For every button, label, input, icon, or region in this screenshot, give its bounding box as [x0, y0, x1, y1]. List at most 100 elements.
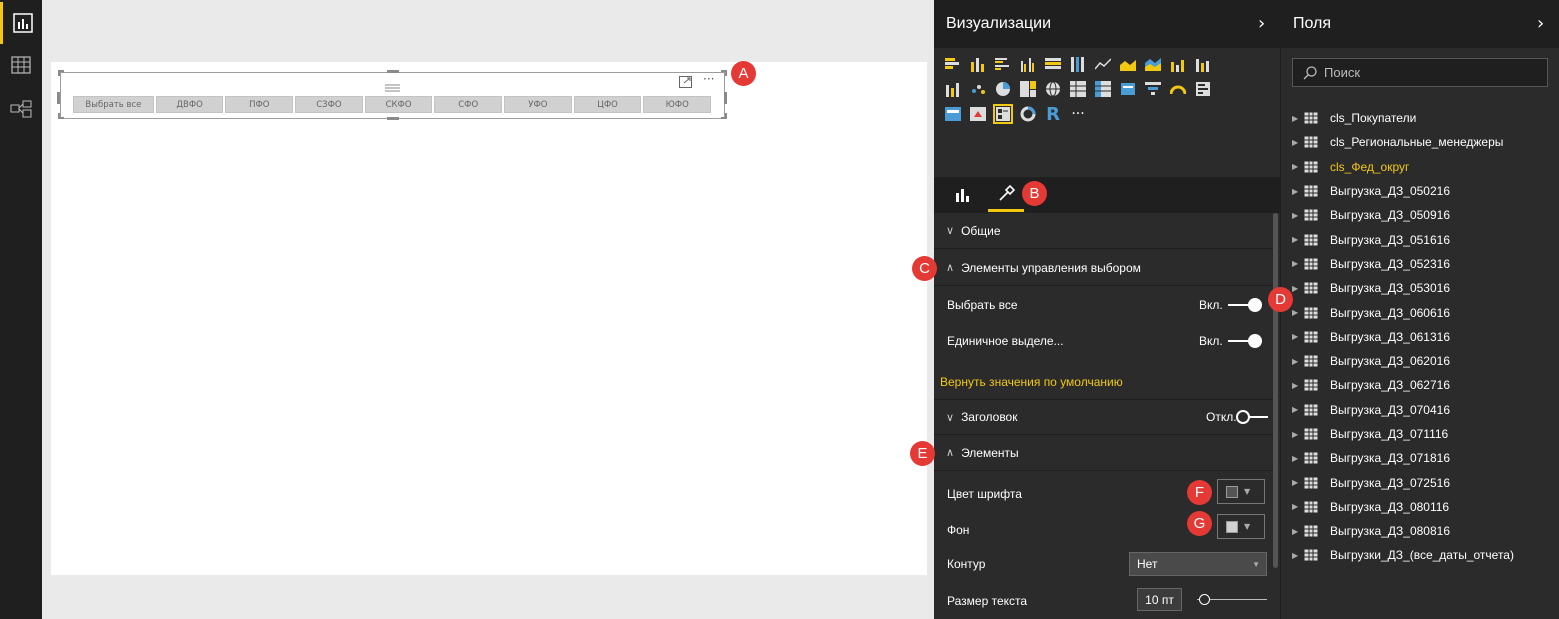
stacked-bar-chart-icon[interactable] [943, 54, 963, 74]
clustered-bar-chart-icon[interactable] [993, 54, 1013, 74]
text-size-slider-handle[interactable] [1199, 594, 1210, 605]
collapse-visualizations-icon[interactable]: › [1258, 13, 1265, 34]
expand-triangle-icon[interactable]: ▶ [1292, 114, 1304, 123]
expand-triangle-icon[interactable]: ▶ [1292, 551, 1304, 560]
slicer-visual-icon[interactable] [993, 104, 1013, 124]
pie-chart-icon[interactable] [993, 79, 1013, 99]
field-table-item[interactable]: ▶ cls_Фед_округ [1292, 155, 1554, 179]
expand-triangle-icon[interactable]: ▶ [1292, 332, 1304, 341]
select-all-toggle[interactable] [1228, 298, 1262, 312]
field-table-item[interactable]: ▶ cls_Региональные_менеджеры [1292, 130, 1554, 154]
field-table-item[interactable]: ▶ Выгрузка_ДЗ_072516 [1292, 470, 1554, 494]
field-table-item[interactable]: ▶ Выгрузка_ДЗ_071116 [1292, 422, 1554, 446]
table-visual-icon[interactable] [1068, 79, 1088, 99]
field-table-item[interactable]: ▶ Выгрузка_ДЗ_060616 [1292, 300, 1554, 324]
slicer-item[interactable]: ЦФО [573, 96, 642, 113]
section-selection-controls[interactable]: ∧ Элементы управления выбором [934, 250, 1274, 286]
r-visual-icon[interactable]: R [1043, 104, 1063, 125]
report-view-button[interactable] [0, 2, 42, 44]
funnel-chart-icon[interactable] [1143, 79, 1163, 99]
expand-triangle-icon[interactable]: ▶ [1292, 454, 1304, 463]
field-table-item[interactable]: ▶ Выгрузка_ДЗ_080116 [1292, 495, 1554, 519]
field-table-item[interactable]: ▶ Выгрузка_ДЗ_052316 [1292, 252, 1554, 276]
field-table-item[interactable]: ▶ Выгрузка_ДЗ_062716 [1292, 373, 1554, 397]
stacked-area-chart-icon[interactable] [1143, 54, 1163, 74]
resize-handle-bottom-right[interactable] [721, 113, 727, 119]
field-table-item[interactable]: ▶ Выгрузка_ДЗ_051616 [1292, 227, 1554, 251]
100-stacked-bar-icon[interactable] [1043, 54, 1063, 74]
slicer-item[interactable]: УФО [504, 96, 572, 113]
expand-triangle-icon[interactable]: ▶ [1292, 308, 1304, 317]
kpi-icon[interactable] [968, 104, 988, 124]
clustered-column-chart-icon[interactable] [1018, 54, 1038, 74]
header-toggle[interactable] [1236, 410, 1270, 424]
field-table-item[interactable]: ▶ Выгрузка_ДЗ_062016 [1292, 349, 1554, 373]
globe-map-icon[interactable] [1043, 79, 1063, 99]
field-table-item[interactable]: ▶ Выгрузки_ДЗ_(все_даты_отчета) [1292, 543, 1554, 567]
field-table-item[interactable]: ▶ Выгрузка_ДЗ_050216 [1292, 179, 1554, 203]
reset-to-default-link[interactable]: Вернуть значения по умолчанию [940, 375, 1123, 389]
fields-tab-icon[interactable] [955, 186, 971, 206]
ribbon-chart-icon[interactable] [943, 79, 963, 99]
field-table-item[interactable]: ▶ Выгрузка_ДЗ_071816 [1292, 446, 1554, 470]
expand-triangle-icon[interactable]: ▶ [1292, 478, 1304, 487]
slicer-item[interactable]: ДВФО [155, 96, 224, 113]
card-icon[interactable] [1118, 79, 1138, 99]
matrix-icon[interactable] [1093, 79, 1113, 99]
fields-search-input[interactable]: Поиск [1292, 58, 1548, 87]
resize-handle-bottom-left[interactable] [58, 113, 64, 119]
expand-triangle-icon[interactable]: ▶ [1292, 430, 1304, 439]
slicer-item[interactable]: ПФО [225, 96, 294, 113]
resize-handle-top[interactable] [387, 70, 399, 73]
section-general[interactable]: ∨ Общие [934, 213, 1274, 249]
expand-triangle-icon[interactable]: ▶ [1292, 357, 1304, 366]
field-table-item[interactable]: ▶ Выгрузка_ДЗ_050916 [1292, 203, 1554, 227]
expand-triangle-icon[interactable]: ▶ [1292, 381, 1304, 390]
expand-triangle-icon[interactable]: ▶ [1292, 405, 1304, 414]
expand-triangle-icon[interactable]: ▶ [1292, 235, 1304, 244]
stacked-column-chart-icon[interactable] [968, 54, 988, 74]
field-table-item[interactable]: ▶ Выгрузка_ДЗ_061316 [1292, 325, 1554, 349]
treemap-icon[interactable] [1018, 79, 1038, 99]
resize-handle-right[interactable] [724, 92, 727, 104]
donut-chart-icon[interactable] [1018, 104, 1038, 124]
report-canvas[interactable] [51, 62, 927, 575]
field-table-item[interactable]: ▶ cls_Покупатели [1292, 106, 1554, 130]
drag-grip-icon[interactable] [385, 77, 400, 92]
expand-triangle-icon[interactable]: ▶ [1292, 187, 1304, 196]
single-select-toggle[interactable] [1228, 334, 1262, 348]
background-color-picker[interactable]: ▼ [1217, 514, 1265, 539]
font-color-picker[interactable]: ▼ [1217, 479, 1265, 504]
resize-handle-top-right[interactable] [721, 70, 727, 76]
expand-triangle-icon[interactable]: ▶ [1292, 284, 1304, 293]
field-table-item[interactable]: ▶ Выгрузка_ДЗ_080816 [1292, 519, 1554, 543]
area-chart-icon[interactable] [1118, 54, 1138, 74]
slicer-item[interactable]: СКФО [364, 96, 433, 113]
expand-triangle-icon[interactable]: ▶ [1292, 211, 1304, 220]
resize-handle-left[interactable] [57, 92, 60, 104]
text-size-input[interactable]: 10 пт [1137, 588, 1182, 611]
format-pane-scrollbar[interactable] [1273, 213, 1278, 568]
slicer-item-select-all[interactable]: Выбрать все [73, 96, 154, 113]
focus-mode-icon[interactable] [679, 76, 692, 91]
resize-handle-bottom[interactable] [387, 117, 399, 120]
section-items[interactable]: ∧ Элементы [934, 435, 1274, 471]
gauge-icon[interactable] [1168, 79, 1188, 99]
line-clustered-column-icon[interactable] [1168, 54, 1188, 74]
more-visuals-button[interactable]: ··· [1068, 104, 1088, 124]
slicer-item[interactable]: СЗФО [295, 96, 363, 113]
outline-select[interactable]: Нет ▼ [1129, 552, 1267, 576]
kpi-card-icon[interactable] [943, 104, 963, 124]
model-view-button[interactable] [0, 88, 42, 130]
data-view-button[interactable] [0, 44, 42, 86]
waterfall-chart-icon[interactable] [968, 79, 988, 99]
100-stacked-column-icon[interactable] [1068, 54, 1088, 74]
line-chart-icon[interactable] [1093, 54, 1113, 74]
format-tab-paint-roller-icon[interactable] [997, 184, 1016, 207]
collapse-fields-icon[interactable]: › [1537, 13, 1544, 34]
more-options-button[interactable]: ··· [703, 72, 714, 86]
field-table-item[interactable]: ▶ Выгрузка_ДЗ_070416 [1292, 398, 1554, 422]
line-stacked-column-icon[interactable] [1193, 54, 1213, 74]
multirow-card-icon[interactable] [1193, 79, 1213, 99]
slicer-item[interactable]: ЮФО [643, 96, 712, 113]
